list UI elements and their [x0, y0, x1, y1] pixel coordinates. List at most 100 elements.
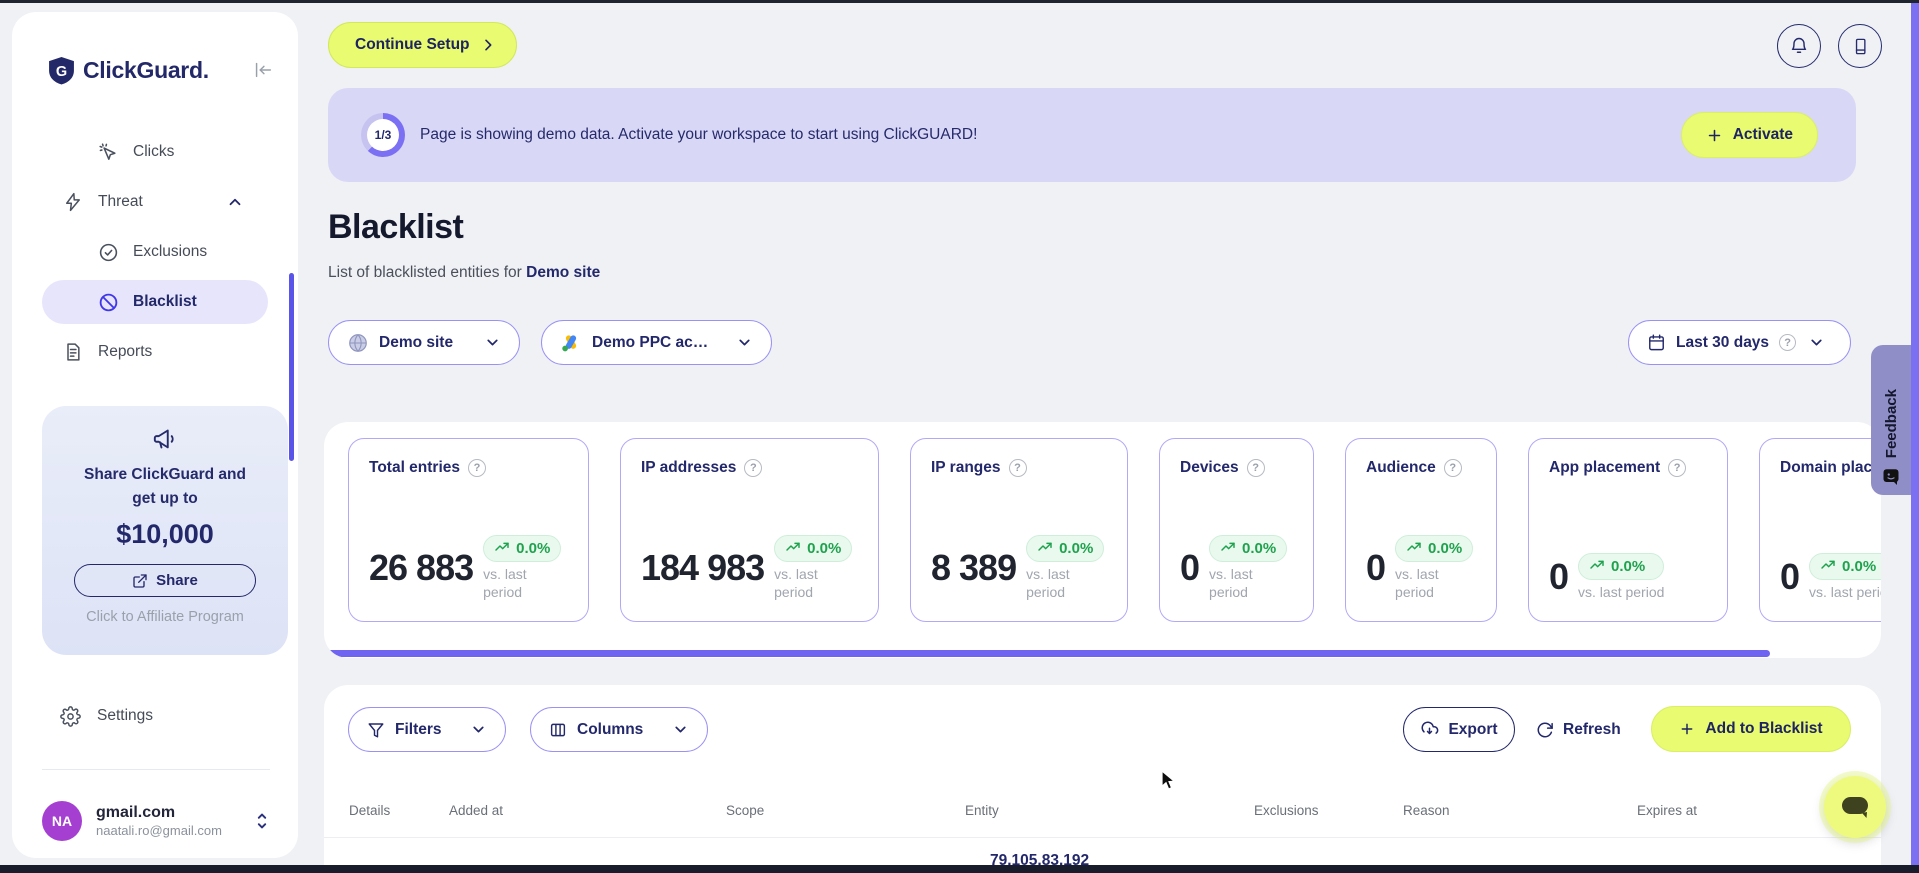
ppc-account-selector[interactable]: Demo PPC ac…: [541, 320, 772, 365]
affiliate-promo-card[interactable]: Share ClickGuard and get up to $10,000 S…: [42, 406, 288, 655]
columns-button[interactable]: Columns: [530, 707, 708, 752]
chevron-down-icon: [470, 721, 487, 738]
column-header-exclusions: Exclusions: [1254, 803, 1319, 818]
sidebar-item-settings[interactable]: Settings: [60, 694, 153, 738]
table-row[interactable]: 79.105.83.192: [990, 852, 1089, 866]
help-icon[interactable]: [468, 459, 487, 477]
sidebar-collapse-icon[interactable]: [252, 59, 274, 81]
help-icon[interactable]: [1246, 459, 1265, 477]
chat-widget-button[interactable]: [1824, 776, 1886, 838]
page-title: Blacklist: [328, 208, 464, 246]
plus-icon: [1679, 721, 1695, 737]
shield-logo-icon: G: [48, 56, 75, 85]
column-header-scope: Scope: [726, 803, 765, 818]
sidebar-item-reports[interactable]: Reports: [42, 330, 268, 374]
sidebar-item-label: Reports: [98, 343, 153, 360]
sidebar-item-threat[interactable]: Threat: [42, 180, 294, 461]
help-icon[interactable]: [744, 459, 763, 477]
workspace-name: gmail.com: [96, 804, 176, 821]
table-header-row: Details Added at Scope Entity Exclusions…: [349, 803, 1697, 818]
stat-vs-label: vs. last period: [774, 565, 818, 600]
help-icon[interactable]: [1008, 459, 1027, 477]
docs-button[interactable]: [1838, 24, 1882, 68]
trending-up-icon: [495, 542, 509, 551]
banner-message: Page is showing demo data. Activate your…: [420, 126, 978, 143]
trending-up-icon: [1221, 542, 1235, 551]
feedback-tab[interactable]: Feedback: [1871, 345, 1911, 495]
horizontal-scrollbar-thumb[interactable]: [326, 650, 1770, 657]
sidebar-item-label: Blacklist: [133, 293, 197, 310]
refresh-button[interactable]: Refresh: [1536, 707, 1621, 752]
continue-setup-button[interactable]: Continue Setup: [328, 22, 517, 68]
stat-card-domain-placement: Domain placement 0 0.0% vs. last period: [1759, 438, 1881, 622]
trending-up-icon: [786, 542, 800, 551]
filters-label: Filters: [395, 720, 442, 738]
subtitle-site-name: Demo site: [526, 264, 601, 281]
brand-logo: G ClickGuard.: [48, 56, 274, 85]
date-range-selector[interactable]: Last 30 days: [1628, 320, 1851, 365]
trending-up-icon: [1821, 560, 1835, 570]
site-selector[interactable]: Demo site: [328, 320, 520, 365]
promo-caption: Click to Affiliate Program: [86, 609, 244, 626]
notifications-button[interactable]: [1777, 24, 1821, 68]
stat-delta: 0.0%: [807, 539, 842, 557]
stat-card-total-entries: Total entries 26 883 0.0% vs. last perio…: [348, 438, 589, 622]
export-label: Export: [1448, 720, 1498, 738]
vertical-scrollbar[interactable]: [1911, 0, 1919, 873]
external-link-icon: [132, 573, 148, 589]
cursor-click-icon: [97, 142, 119, 163]
columns-icon: [549, 721, 567, 739]
chevron-updown-icon: [254, 812, 270, 830]
blocked-icon: [97, 292, 119, 313]
stat-delta: 0.0%: [516, 539, 551, 557]
share-button-label: Share: [156, 572, 198, 590]
share-button[interactable]: Share: [74, 564, 256, 598]
active-section-indicator: [289, 273, 294, 461]
add-to-blacklist-button[interactable]: Add to Blacklist: [1651, 706, 1851, 752]
bell-icon: [1789, 36, 1809, 56]
help-icon[interactable]: [1779, 334, 1797, 351]
window-top-edge: [0, 0, 1919, 3]
chevron-down-icon: [672, 721, 689, 738]
stat-value: 26 883: [369, 546, 474, 588]
chevron-up-icon[interactable]: [226, 193, 244, 211]
refresh-icon: [1536, 721, 1554, 739]
chat-bubble-icon: [1839, 792, 1871, 822]
export-button[interactable]: Export: [1403, 707, 1515, 752]
stat-value: 0: [1780, 555, 1800, 597]
stat-card-audience: Audience 0 0.0% vs. last period: [1345, 438, 1497, 622]
filters-button[interactable]: Filters: [348, 707, 506, 752]
settings-label: Settings: [97, 707, 154, 724]
sidebar-item-exclusions[interactable]: Exclusions: [42, 230, 268, 274]
sidebar-item-clicks[interactable]: Clicks: [42, 130, 268, 174]
setup-progress-ring: 1/3: [361, 113, 405, 157]
activate-button[interactable]: Activate: [1680, 112, 1818, 158]
stat-label: Devices: [1180, 459, 1239, 476]
table-toolbar: Filters Columns Export Refresh Add to Bl…: [324, 706, 1881, 753]
account-switcher[interactable]: NA gmail.com naatali.ro@gmail.com: [42, 795, 270, 847]
avatar: NA: [42, 801, 82, 841]
document-icon: [62, 342, 84, 362]
stat-value: 0: [1180, 546, 1200, 588]
chevron-down-icon: [736, 334, 753, 351]
demo-data-banner: 1/3 Page is showing demo data. Activate …: [328, 88, 1856, 182]
stat-label: Domain placement: [1780, 459, 1881, 476]
sidebar-item-label: Clicks: [133, 143, 175, 160]
activate-label: Activate: [1732, 126, 1793, 143]
sidebar-item-blacklist[interactable]: Blacklist: [42, 280, 268, 324]
help-icon[interactable]: [1668, 459, 1687, 477]
stat-value: 8 389: [931, 546, 1017, 588]
column-header-reason: Reason: [1403, 803, 1450, 818]
sidebar-item-label: Exclusions: [133, 243, 208, 260]
sidebar: G ClickGuard. Clicks Threat Exclusions B…: [12, 12, 298, 858]
stat-vs-label: vs. last period: [1809, 583, 1881, 600]
add-to-blacklist-label: Add to Blacklist: [1705, 720, 1823, 737]
help-icon[interactable]: [1443, 459, 1462, 477]
date-range-value: Last 30 days: [1676, 333, 1770, 351]
stats-cards-row: Total entries 26 883 0.0% vs. last perio…: [348, 438, 1881, 622]
stat-delta: 0.0%: [1611, 557, 1646, 575]
stat-delta: 0.0%: [1842, 557, 1877, 575]
gear-icon: [60, 705, 81, 727]
stat-vs-label: vs. last period: [483, 565, 527, 600]
table-header-divider: [324, 837, 1881, 838]
